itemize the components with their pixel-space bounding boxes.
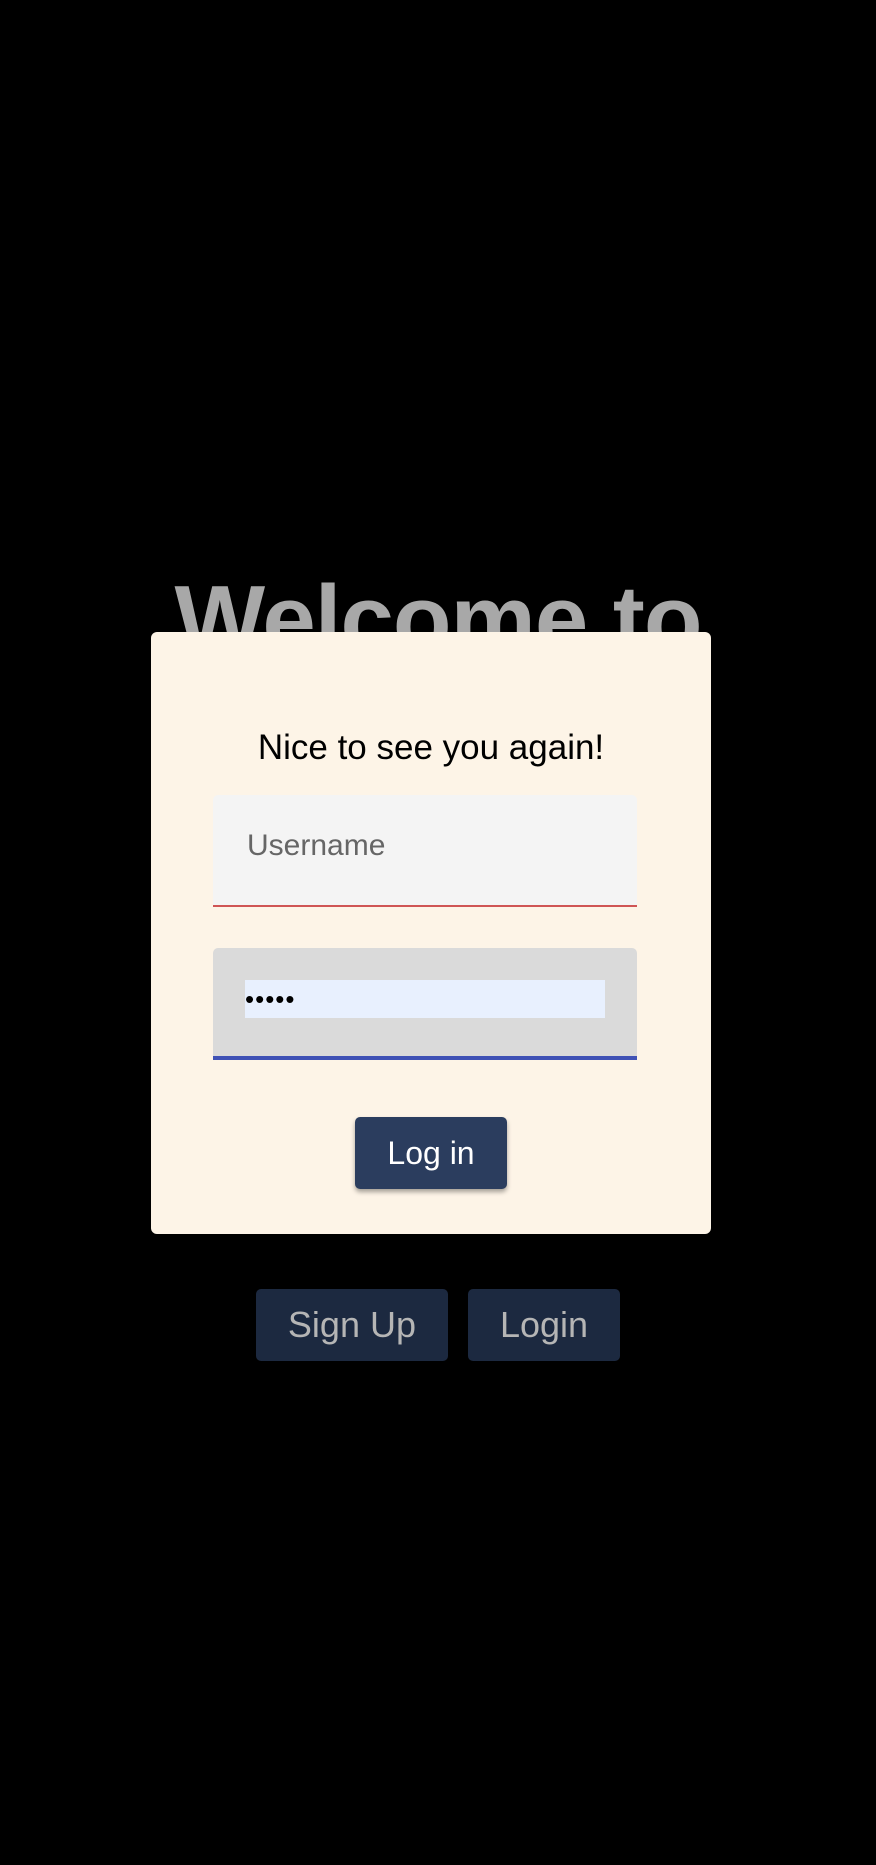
login-modal: Nice to see you again! Log in bbox=[151, 632, 711, 1234]
password-field[interactable] bbox=[213, 948, 637, 1060]
login-screen: Welcome to MX X Sign Up Login Nice to se… bbox=[0, 0, 876, 1865]
login-button[interactable]: Login bbox=[467, 1289, 621, 1361]
username-field[interactable] bbox=[213, 795, 637, 907]
sign-up-button[interactable]: Sign Up bbox=[255, 1289, 448, 1361]
landing-actions: Sign Up Login bbox=[0, 1289, 876, 1361]
log-in-button[interactable]: Log in bbox=[355, 1117, 507, 1189]
username-input[interactable] bbox=[245, 795, 609, 897]
modal-title: Nice to see you again! bbox=[257, 728, 605, 767]
password-input[interactable] bbox=[245, 980, 605, 1018]
